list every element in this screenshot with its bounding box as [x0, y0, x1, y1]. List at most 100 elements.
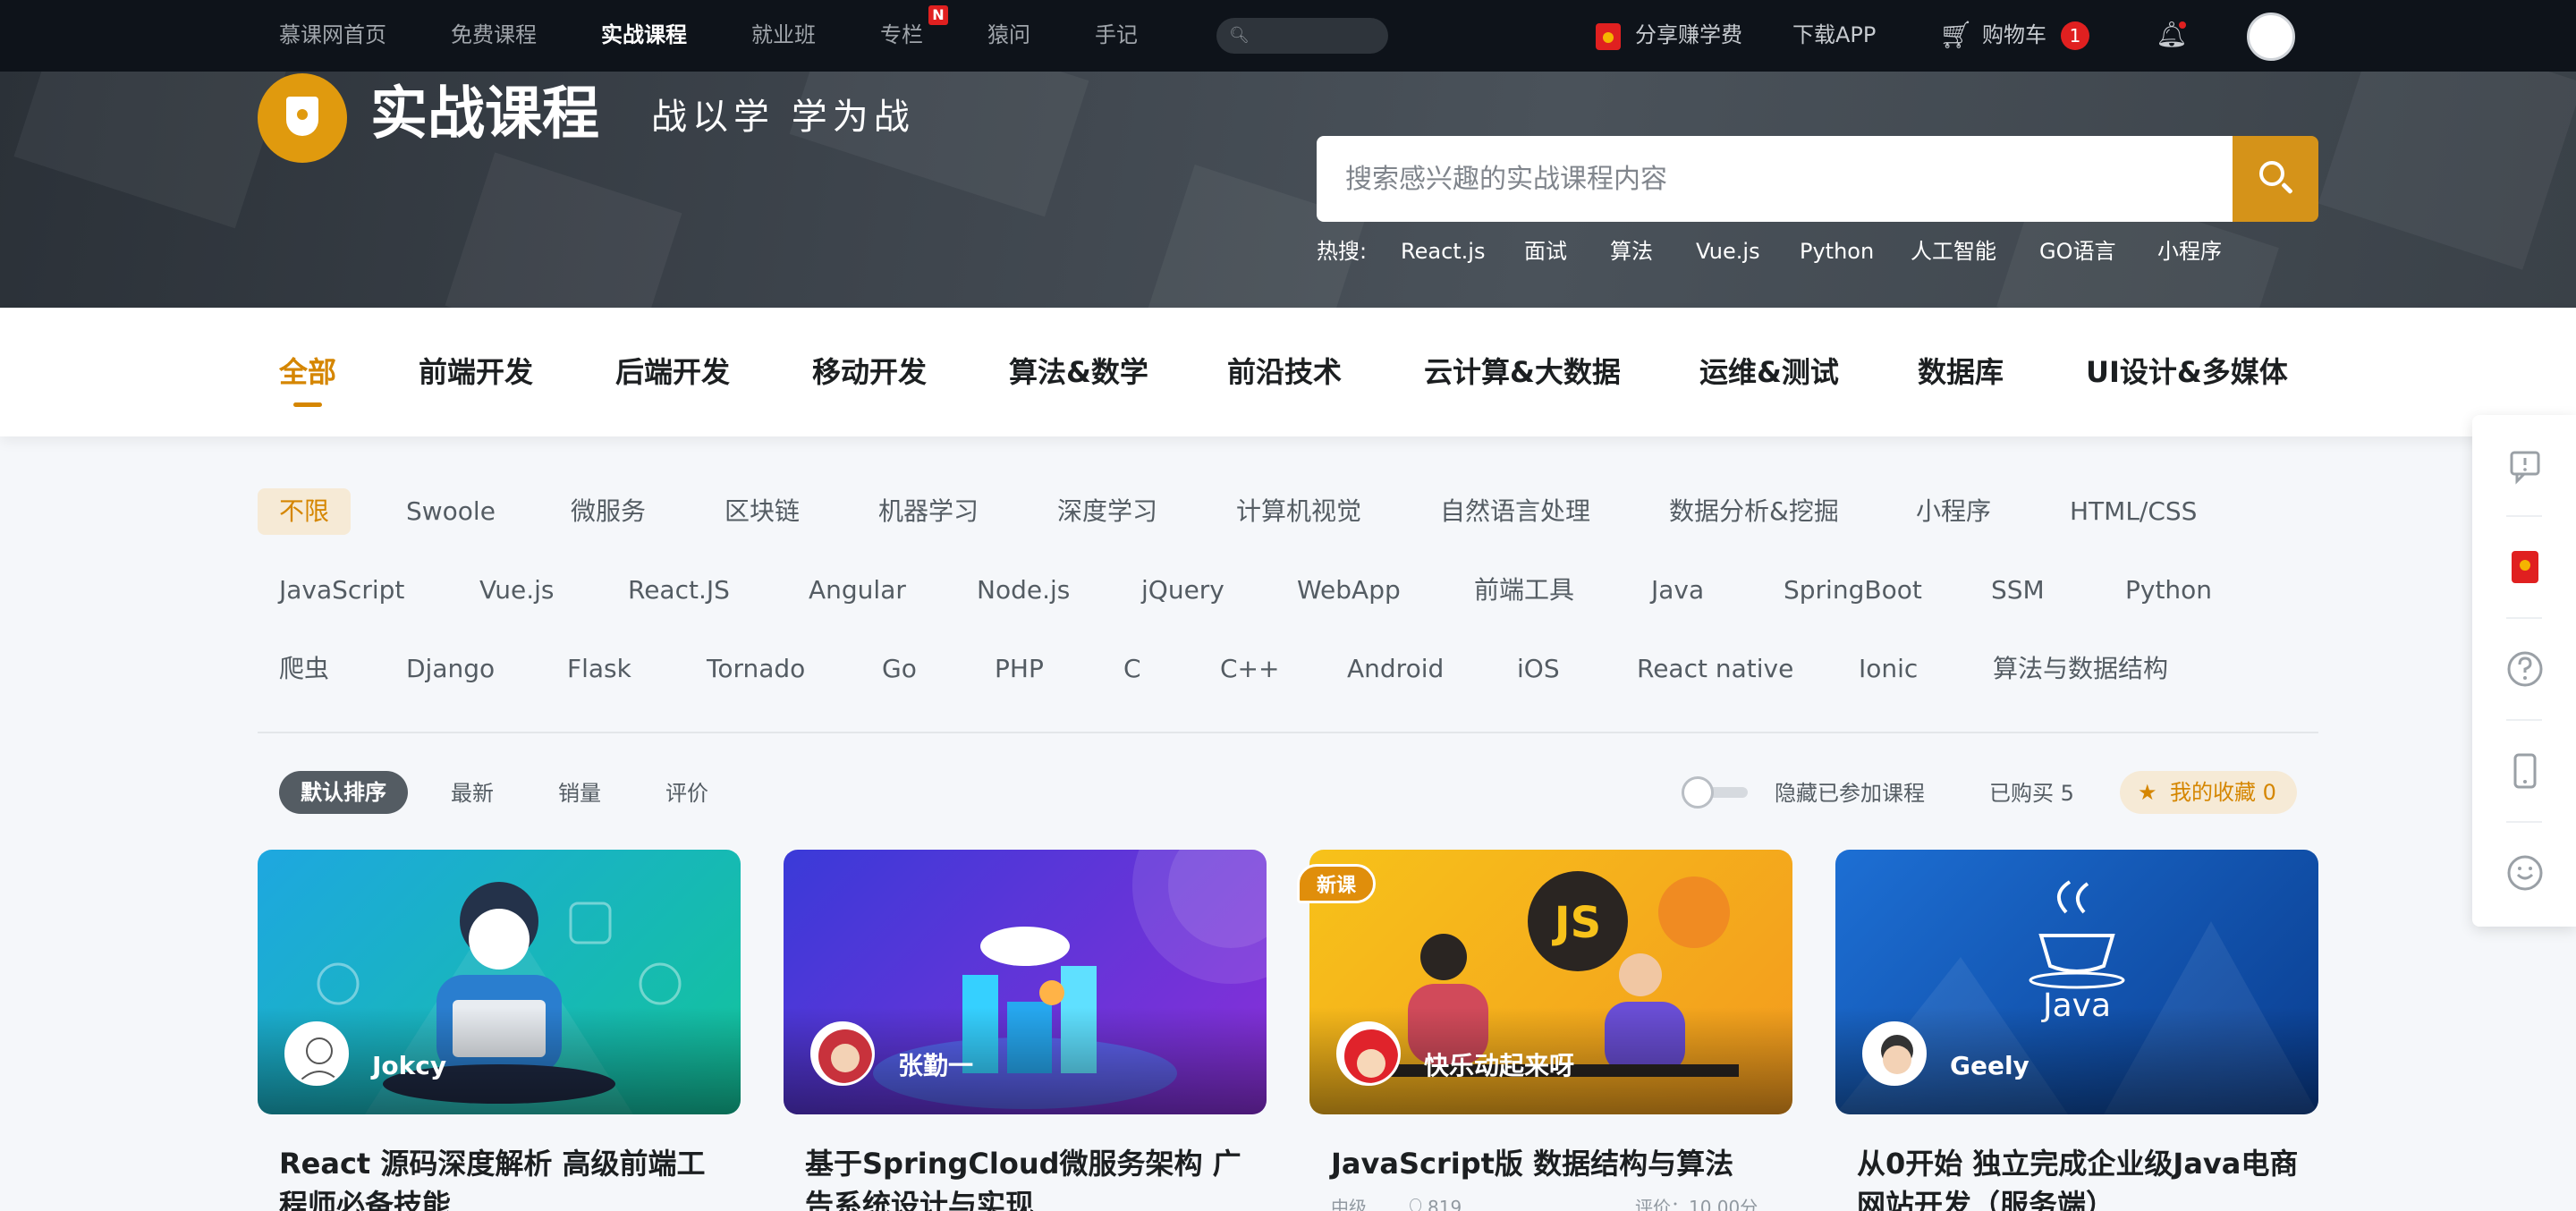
hot-search-item[interactable]: 算法	[1610, 238, 1653, 265]
subtag-item[interactable]: React.JS	[628, 572, 730, 608]
author-name: Geely	[1950, 1051, 2029, 1080]
share-earn-link[interactable]: 分享赚学费	[1635, 21, 1742, 48]
subtag-item[interactable]: Django	[406, 651, 495, 687]
subtag-item[interactable]: Android	[1347, 651, 1444, 687]
subtag-item[interactable]: 算法与数据结构	[1993, 651, 2168, 687]
hot-search-item[interactable]: 人工智能	[1911, 238, 1996, 265]
subtag-item[interactable]: 微服务	[571, 494, 646, 529]
nav-employment-class[interactable]: 就业班	[751, 21, 816, 48]
subtag-item[interactable]: 深度学习	[1057, 494, 1157, 529]
tab-frontend[interactable]: 前端开发	[419, 354, 533, 390]
subtag-item[interactable]: 区块链	[724, 494, 800, 529]
feedback-button[interactable]	[2472, 415, 2576, 515]
help-button[interactable]	[2472, 619, 2576, 719]
subtag-item[interactable]: iOS	[1517, 651, 1560, 687]
subtag-item[interactable]: Angular	[809, 572, 906, 608]
subtag-item[interactable]: jQuery	[1141, 572, 1224, 608]
notification-dot	[2179, 21, 2186, 29]
subtag-item[interactable]: 前端工具	[1474, 572, 1574, 608]
favorites-button[interactable]: ★ 我的收藏 0	[2120, 771, 2297, 814]
course-title[interactable]: 从0开始 独立完成企业级Java电商网站开发（服务端）	[1857, 1143, 2304, 1211]
cart-icon[interactable]: 🛒︎	[1939, 20, 1973, 51]
course-search-input[interactable]	[1317, 136, 2233, 222]
subtag-item[interactable]: Vue.js	[479, 572, 555, 608]
subtag-item[interactable]: 小程序	[1916, 494, 1991, 529]
subtag-item[interactable]: Python	[2125, 572, 2212, 608]
customer-service-button[interactable]	[2472, 823, 2576, 923]
cart-link[interactable]: 购物车	[1982, 21, 2046, 48]
hot-search-item[interactable]: 面试	[1524, 238, 1567, 265]
nav-column[interactable]: 专栏	[880, 21, 923, 48]
subtag-item[interactable]: Go	[882, 651, 917, 687]
shield-logo-icon	[258, 73, 347, 163]
subtag-item[interactable]: React native	[1637, 651, 1793, 687]
tab-all[interactable]: 全部	[279, 354, 336, 390]
top-search-input[interactable]: 🔍︎	[1216, 18, 1388, 54]
red-packet-button[interactable]	[2472, 517, 2576, 617]
hot-search-item[interactable]: GO语言	[2039, 238, 2116, 265]
svg-text:JS: JS	[1552, 898, 1601, 948]
hot-search-item[interactable]: 小程序	[2157, 238, 2222, 265]
tab-ops-testing[interactable]: 运维&测试	[1699, 354, 1839, 390]
subtag-item[interactable]: Tornado	[707, 651, 805, 687]
sort-sales-button[interactable]: 销量	[558, 780, 601, 807]
subtag-item[interactable]: HTML/CSS	[2070, 494, 2197, 529]
subtag-item[interactable]: C	[1123, 651, 1141, 687]
user-avatar[interactable]	[2247, 13, 2295, 61]
course-title[interactable]: 基于SpringCloud微服务架构 广告系统设计与实现	[805, 1143, 1252, 1211]
nav-practical-courses[interactable]: 实战课程	[601, 21, 687, 48]
tab-mobile[interactable]: 移动开发	[812, 354, 927, 390]
mobile-app-button[interactable]	[2472, 721, 2576, 821]
tab-frontier-tech[interactable]: 前沿技术	[1227, 354, 1342, 390]
tab-algorithm-math[interactable]: 算法&数学	[1009, 354, 1148, 390]
course-rating: 评价：10.00分	[1635, 1197, 1758, 1211]
subtag-item[interactable]: JavaScript	[279, 572, 404, 608]
red-packet-icon[interactable]	[1596, 23, 1621, 50]
subtag-item[interactable]: 计算机视觉	[1236, 494, 1361, 529]
course-search-field[interactable]	[1317, 136, 2233, 222]
course-title[interactable]: JavaScript版 数据结构与算法	[1331, 1143, 1778, 1184]
hot-search-item[interactable]: Vue.js	[1696, 238, 1760, 265]
star-icon: ★	[2138, 780, 2157, 805]
sort-newest-button[interactable]: 最新	[451, 780, 494, 807]
subtag-item[interactable]: C++	[1220, 651, 1279, 687]
subtag-item[interactable]: PHP	[995, 651, 1044, 687]
hide-joined-toggle[interactable]	[1680, 775, 1751, 810]
search-button[interactable]	[2233, 136, 2318, 222]
download-app-link[interactable]: 下载APP	[1792, 21, 1876, 48]
subtag-item[interactable]: Ionic	[1859, 651, 1918, 687]
subtag-item[interactable]: Swoole	[406, 494, 496, 529]
subtag-item[interactable]: SpringBoot	[1784, 572, 1922, 608]
subtag-item[interactable]: 机器学习	[878, 494, 979, 529]
student-icon: 👤︎	[1404, 1197, 1428, 1211]
purchased-link[interactable]: 已购买 5	[1989, 780, 2074, 807]
nav-questions[interactable]: 猿问	[987, 21, 1030, 48]
subtag-item[interactable]: WebApp	[1297, 572, 1401, 608]
hot-search-item[interactable]: Python	[1800, 238, 1874, 265]
sort-default-button[interactable]: 默认排序	[279, 771, 408, 814]
tab-cloud-bigdata[interactable]: 云计算&大数据	[1424, 354, 1621, 390]
subtag-item[interactable]: 自然语言处理	[1440, 494, 1590, 529]
course-card[interactable]: JS 新课 快乐动起来呀 JavaScript版 数据结构与算法	[1297, 850, 1792, 1211]
subtag-item[interactable]: Java	[1651, 572, 1704, 608]
tab-database[interactable]: 数据库	[1918, 354, 2004, 390]
course-card[interactable]: Jokcy React 源码深度解析 高级前端工程师必备技能	[258, 850, 741, 1211]
tab-ui-multimedia[interactable]: UI设计&多媒体	[2086, 354, 2288, 390]
author-name: 张勤一	[898, 1051, 974, 1080]
subtag-item[interactable]: Node.js	[977, 572, 1070, 608]
hot-search-item[interactable]: React.js	[1401, 238, 1485, 265]
subtag-unlimited[interactable]: 不限	[258, 488, 352, 535]
nav-notes[interactable]: 手记	[1095, 21, 1138, 48]
course-card[interactable]: 张勤一 基于SpringCloud微服务架构 广告系统设计与实现	[784, 850, 1267, 1211]
subtag-item[interactable]: 爬虫	[279, 651, 329, 687]
search-icon: 🔍︎	[1229, 26, 1250, 45]
course-card[interactable]: Java Geely 从0开始 独立完成企业级Java电商网站开发（服务端）	[1835, 850, 2318, 1211]
tab-backend[interactable]: 后端开发	[615, 354, 730, 390]
course-title[interactable]: React 源码深度解析 高级前端工程师必备技能	[279, 1143, 726, 1211]
nav-home[interactable]: 慕课网首页	[279, 21, 386, 48]
sort-rating-button[interactable]: 评价	[665, 780, 708, 807]
subtag-item[interactable]: SSM	[1991, 572, 2045, 608]
nav-free-courses[interactable]: 免费课程	[451, 21, 537, 48]
subtag-item[interactable]: 数据分析&挖掘	[1669, 494, 1839, 529]
subtag-item[interactable]: Flask	[567, 651, 631, 687]
